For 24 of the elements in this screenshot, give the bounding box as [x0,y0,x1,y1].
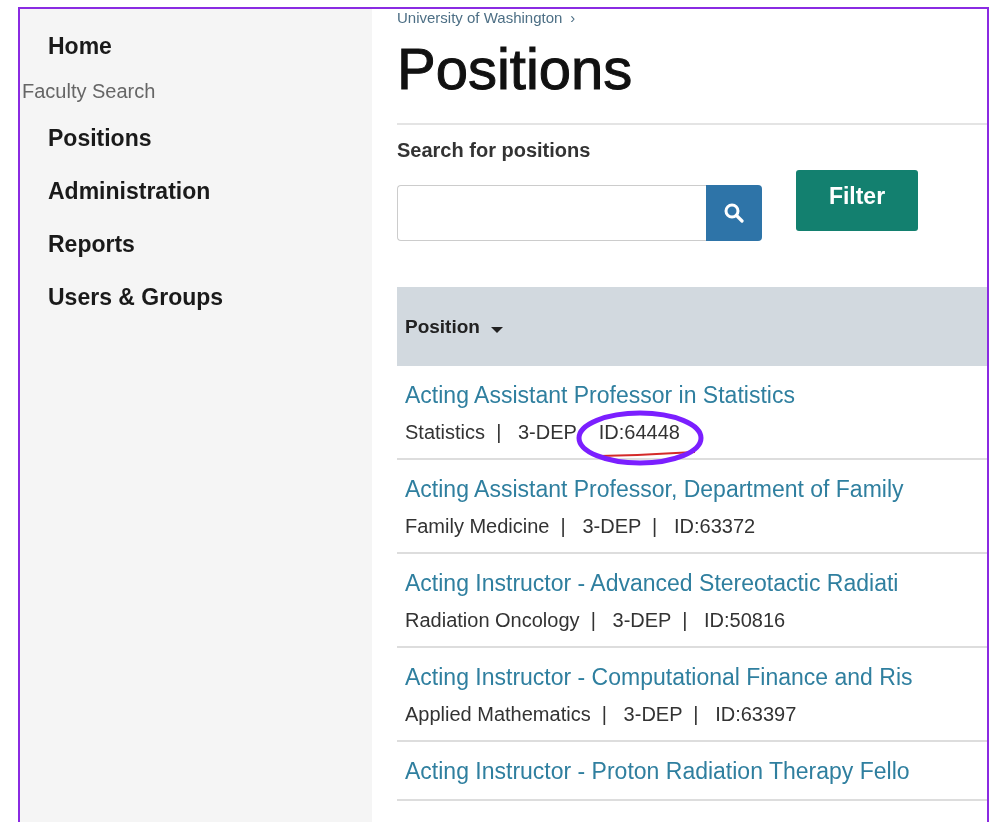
search-button[interactable] [706,185,762,241]
nav-link[interactable]: Reports [48,231,135,258]
nav-link[interactable]: Positions [48,125,152,152]
position-link[interactable]: Acting Instructor - Proton Radiation Therapy Fello [405,758,910,785]
search-label: Search for positions [397,139,591,162]
page-title: Positions [397,35,634,103]
position-link[interactable]: Acting Assistant Professor, Department of Family [405,476,904,503]
breadcrumb-link[interactable]: University of Washington [397,9,563,27]
nav-link[interactable]: Users & Groups [48,284,224,311]
nav-link[interactable]: Administration [48,178,211,205]
position-link[interactable]: Acting Instructor - Computational Finance and Ris [405,664,913,691]
search-field[interactable] [397,185,706,241]
position-details: Family Medicine | 3-DEP | ID:63372 [405,515,756,538]
breadcrumb-separator: › [570,9,576,27]
nav-section-heading: Faculty Search [22,80,156,103]
column-header[interactable]: Position [405,315,504,338]
position-details: Radiation Oncology | 3-DEP | ID:50816 [405,609,786,632]
search-icon [724,203,744,223]
position-link[interactable]: Acting Assistant Professor in Statistics [405,382,795,409]
position-link[interactable]: Acting Instructor - Advanced Stereotactic Radiati [405,570,899,597]
position-details: Statistics | 3-DEP ID:64448 [405,421,680,444]
filter-button[interactable]: Filter [796,170,918,231]
nav-link[interactable]: Home [48,33,112,60]
position-details: Applied Mathematics | 3-DEP | ID:63397 [405,703,797,726]
